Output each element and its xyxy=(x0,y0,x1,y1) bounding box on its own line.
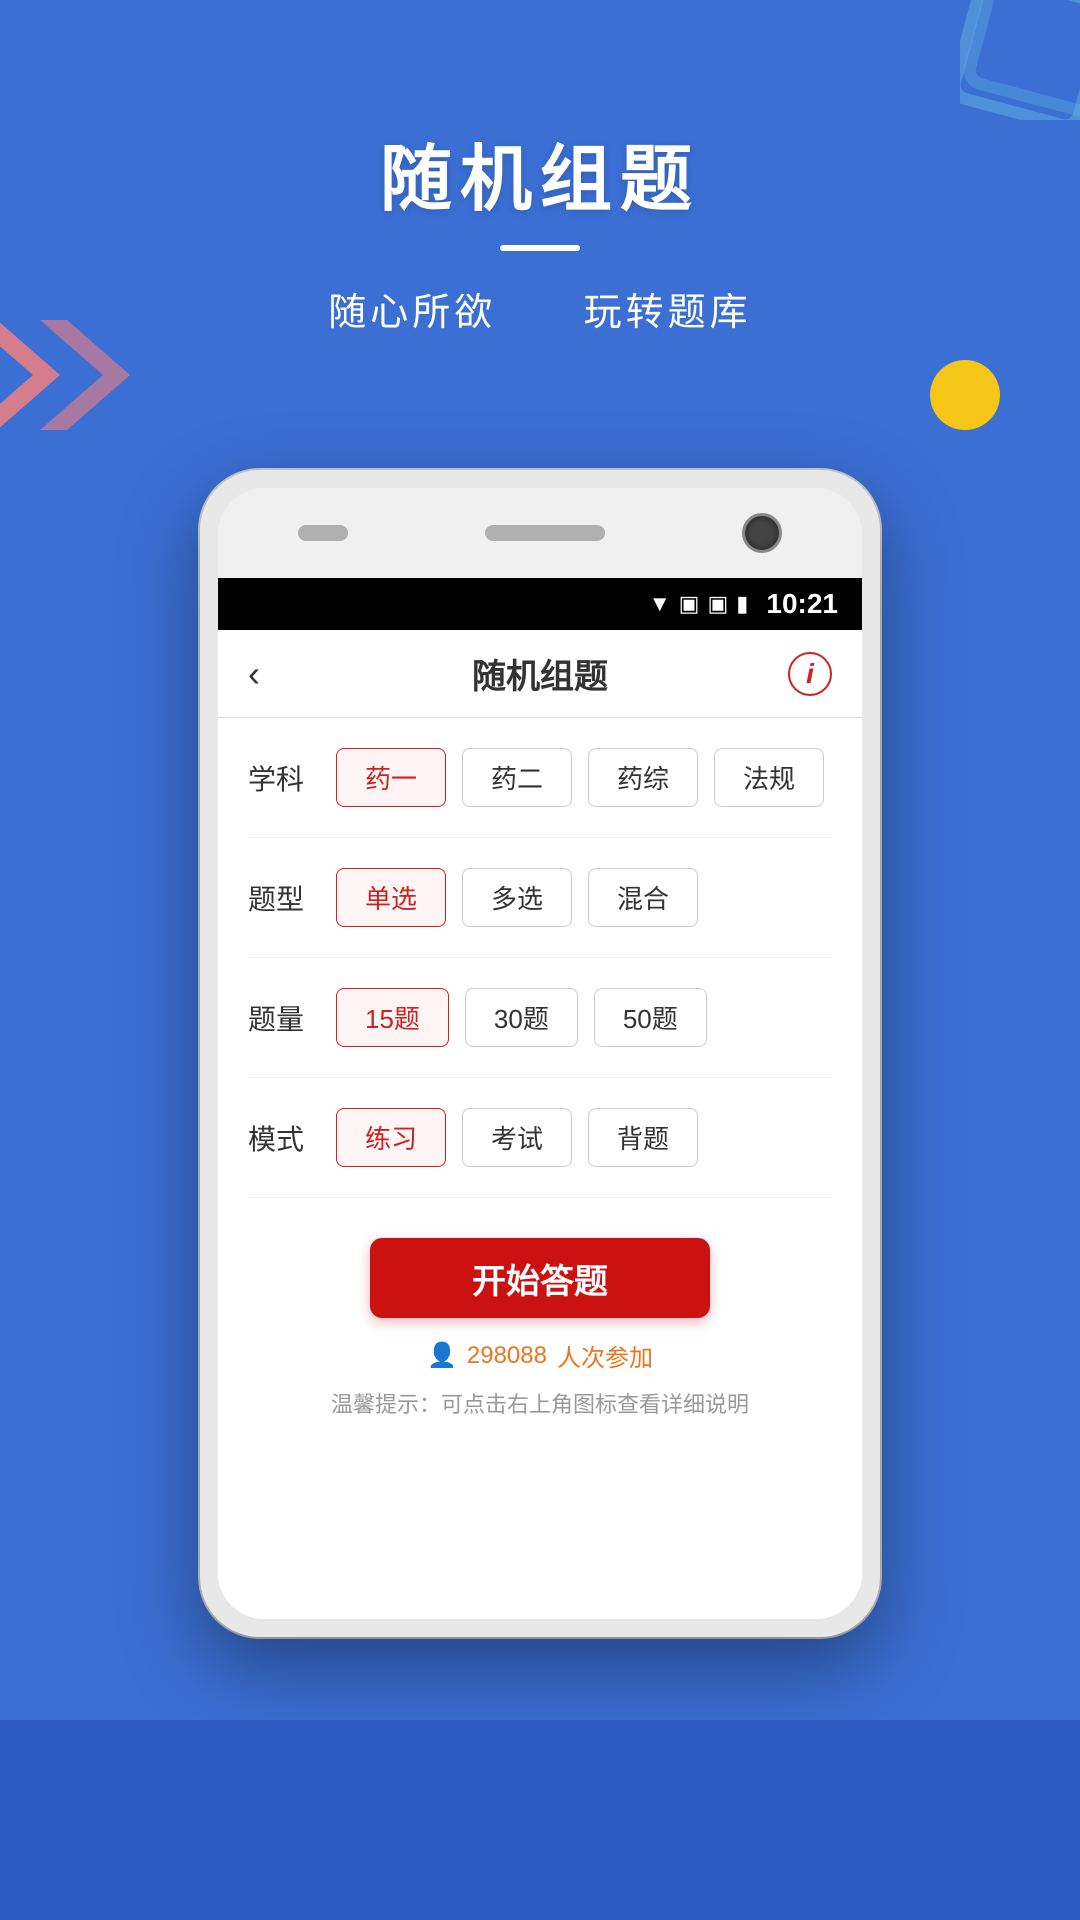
header-area: 随机组题 随心所欲 玩转题库 xyxy=(0,120,1080,336)
count-option-30[interactable]: 30题 xyxy=(465,988,578,1047)
phone-earpiece xyxy=(485,525,605,541)
title-divider xyxy=(500,245,580,251)
question-count-options: 15题 30题 50题 xyxy=(336,988,707,1047)
question-count-row: 题量 15题 30题 50题 xyxy=(248,958,832,1078)
form-section: 学科 药一 药二 药综 法规 题型 单选 多选 xyxy=(218,718,862,1198)
question-type-row: 题型 单选 多选 混合 xyxy=(248,838,832,958)
app-content: ‹ 随机组题 i 学科 药一 药二 药综 法规 xyxy=(218,630,862,1619)
subtitle: 随心所欲 玩转题库 xyxy=(0,281,1080,336)
subject-options: 药一 药二 药综 法规 xyxy=(336,748,824,807)
bottom-decoration xyxy=(0,1720,1080,1920)
mode-option-practice[interactable]: 练习 xyxy=(336,1108,446,1167)
battery-icon: ▮ xyxy=(736,591,748,617)
participant-icon: 👤 xyxy=(427,1341,457,1370)
mode-option-exam[interactable]: 考试 xyxy=(462,1108,572,1167)
subtitle-left: 随心所欲 xyxy=(328,292,496,334)
question-type-label: 题型 xyxy=(248,878,318,918)
subject-option-1[interactable]: 药一 xyxy=(336,748,446,807)
subject-option-2[interactable]: 药二 xyxy=(462,748,572,807)
wifi-icon: ▼ xyxy=(649,591,671,617)
count-option-15[interactable]: 15题 xyxy=(336,988,449,1047)
info-button[interactable]: i xyxy=(788,652,832,696)
back-button[interactable]: ‹ xyxy=(248,653,260,695)
start-button-label: 开始答题 xyxy=(472,1254,608,1303)
participant-info: 👤 298088 人次参加 xyxy=(427,1338,653,1373)
type-option-multiple[interactable]: 多选 xyxy=(462,868,572,927)
mode-options: 练习 考试 背题 xyxy=(336,1108,698,1167)
page-title: 随机组题 xyxy=(472,649,608,698)
phone-outer-shell: ▼ ▣ ▣ ▮ 10:21 ‹ 随机组题 i xyxy=(200,470,880,1637)
subject-option-3[interactable]: 药综 xyxy=(588,748,698,807)
status-icons: ▼ ▣ ▣ ▮ xyxy=(649,591,748,617)
main-title: 随机组题 xyxy=(0,120,1080,225)
subtitle-right: 玩转题库 xyxy=(584,292,752,334)
subject-row: 学科 药一 药二 药综 法规 xyxy=(248,718,832,838)
mode-row: 模式 练习 考试 背题 xyxy=(248,1078,832,1198)
hint-text: 温馨提示：可点击右上角图标查看详细说明 xyxy=(331,1387,749,1419)
bg-chevrons-decoration xyxy=(0,320,130,430)
status-time: 10:21 xyxy=(766,588,838,620)
phone-camera xyxy=(742,513,782,553)
question-type-options: 单选 多选 混合 xyxy=(336,868,698,927)
type-option-mixed[interactable]: 混合 xyxy=(588,868,698,927)
bg-circle-decoration xyxy=(930,360,1000,430)
signal-icon-2: ▣ xyxy=(707,591,728,617)
mode-option-memorize[interactable]: 背题 xyxy=(588,1108,698,1167)
start-button[interactable]: 开始答题 xyxy=(370,1238,710,1318)
subject-option-4[interactable]: 法规 xyxy=(714,748,824,807)
phone-mockup: ▼ ▣ ▣ ▮ 10:21 ‹ 随机组题 i xyxy=(200,470,880,1637)
subject-label: 学科 xyxy=(248,758,318,798)
bg-lines-decoration xyxy=(960,0,1080,120)
mode-label: 模式 xyxy=(248,1118,318,1158)
count-option-50[interactable]: 50题 xyxy=(594,988,707,1047)
start-section: 开始答题 👤 298088 人次参加 温馨提示：可点击右上角图标查看详细说明 xyxy=(218,1198,862,1439)
phone-speaker xyxy=(298,525,348,541)
question-count-label: 题量 xyxy=(248,998,318,1038)
type-option-single[interactable]: 单选 xyxy=(336,868,446,927)
signal-icon: ▣ xyxy=(679,591,700,617)
participant-suffix: 人次参加 xyxy=(557,1338,653,1373)
participant-count: 298088 xyxy=(467,1342,547,1370)
phone-bottom-padding xyxy=(218,1439,862,1619)
phone-hardware-top xyxy=(218,488,862,578)
status-bar: ▼ ▣ ▣ ▮ 10:21 xyxy=(218,578,862,630)
phone-screen: ▼ ▣ ▣ ▮ 10:21 ‹ 随机组题 i xyxy=(218,488,862,1619)
app-navbar: ‹ 随机组题 i xyxy=(218,630,862,718)
